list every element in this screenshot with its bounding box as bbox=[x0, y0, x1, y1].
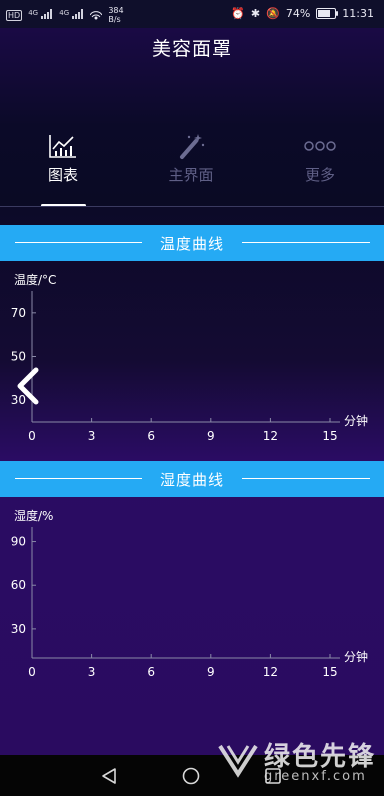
sim2-label: 4G bbox=[59, 8, 70, 17]
sim2-signal-icon: 4G bbox=[59, 8, 84, 22]
speed-unit: B/s bbox=[108, 15, 121, 24]
back-icon[interactable] bbox=[100, 767, 118, 785]
magic-wand-icon bbox=[143, 132, 239, 160]
watermark-text: 绿色先锋 bbox=[263, 742, 376, 772]
mute-icon: 🔕 bbox=[266, 7, 280, 20]
tab-more-label: 更多 bbox=[304, 166, 335, 184]
battery-percent: 74% bbox=[285, 7, 311, 20]
hd-badge: HD bbox=[6, 9, 23, 21]
humidity-chart[interactable]: 湿度/% 分钟 0 3 6 9 12 15 90 60 30 bbox=[0, 499, 384, 689]
watermark-logo: 绿色先锋 greenxf.com bbox=[218, 736, 376, 784]
temperature-chart[interactable]: 温度/°C 分钟 0 3 6 9 12 15705030 bbox=[0, 263, 384, 453]
hotspot-icon bbox=[90, 11, 103, 20]
tab-main-label: 主界面 bbox=[168, 166, 214, 184]
tab-chart-label: 图表 bbox=[47, 166, 78, 184]
back-gesture-arrow-icon[interactable] bbox=[14, 366, 42, 406]
signal-bars-icon bbox=[41, 8, 53, 19]
temperature-x-tick-label: 15 bbox=[322, 429, 337, 443]
humidity-x-tick-label: 15 bbox=[322, 665, 337, 679]
humidity-y-tick-label: 30 bbox=[11, 622, 26, 636]
app-header: 美容面罩 图表 主界面 更多 bbox=[0, 28, 384, 207]
sim1-label: 4G bbox=[28, 8, 39, 17]
tab-chart[interactable]: 图表 bbox=[15, 132, 111, 185]
clock: 11:31 bbox=[342, 7, 374, 20]
more-dots-icon bbox=[272, 132, 368, 160]
divider-line bbox=[242, 478, 370, 479]
temperature-y-tick-label: 50 bbox=[11, 350, 26, 364]
network-speed: 384 B/s bbox=[108, 6, 123, 24]
humidity-y-tick-label: 90 bbox=[11, 535, 26, 549]
temperature-y-axis-label: 温度/°C bbox=[14, 272, 56, 287]
signal-bars-icon bbox=[72, 8, 84, 19]
alarm-icon: ⏰ bbox=[231, 7, 245, 20]
humidity-x-tick-label: 6 bbox=[147, 665, 155, 679]
divider-line bbox=[242, 242, 370, 243]
temperature-x-tick-label: 12 bbox=[263, 429, 278, 443]
temperature-section-label: 温度曲线 bbox=[159, 235, 224, 253]
watermark-chevron-icon bbox=[218, 744, 258, 778]
status-bar: HD 4G 4G 384 B/s ⏰ ✱ 🔕 74% 11:31 bbox=[0, 0, 384, 28]
watermark-url: greenxf.com bbox=[263, 769, 367, 784]
temperature-x-tick-label: 6 bbox=[147, 429, 155, 443]
temperature-x-axis-label: 分钟 bbox=[344, 413, 368, 428]
humidity-x-tick-label: 12 bbox=[263, 665, 278, 679]
temperature-x-tick-label: 9 bbox=[207, 429, 215, 443]
humidity-x-tick-label: 3 bbox=[88, 665, 96, 679]
temperature-x-tick-label: 0 bbox=[28, 429, 36, 443]
battery-fill bbox=[318, 10, 331, 17]
temperature-section-header: 温度曲线 bbox=[0, 225, 384, 261]
humidity-x-tick-label: 9 bbox=[207, 665, 215, 679]
chart-page[interactable]: 温度曲线 温度/°C 分钟 0 3 6 9 12 15 70 50 30 湿度曲线 湿度/% 分… bbox=[0, 207, 384, 755]
humidity-section-label: 湿度曲线 bbox=[159, 471, 224, 489]
humidity-section-header: 湿度曲线 bbox=[0, 461, 384, 497]
sim1-signal-icon: 4G bbox=[28, 8, 53, 22]
humidity-y-tick-label: 60 bbox=[11, 578, 26, 592]
page-title: 美容面罩 bbox=[151, 38, 232, 60]
humidity-x-axis-label: 分钟 bbox=[344, 649, 368, 664]
tab-main[interactable]: 主界面 bbox=[143, 132, 239, 185]
bluetooth-icon: ✱ bbox=[250, 7, 261, 20]
tab-more[interactable]: 更多 bbox=[272, 132, 368, 185]
home-icon[interactable] bbox=[182, 767, 200, 785]
chart-icon bbox=[15, 132, 111, 160]
humidity-y-axis-label: 湿度/% bbox=[14, 508, 53, 523]
speed-value: 384 bbox=[108, 6, 124, 15]
temperature-x-tick-label: 3 bbox=[88, 429, 96, 443]
humidity-x-tick-label: 0 bbox=[28, 665, 36, 679]
battery-icon bbox=[316, 8, 339, 19]
temperature-y-tick-label: 70 bbox=[11, 306, 26, 320]
